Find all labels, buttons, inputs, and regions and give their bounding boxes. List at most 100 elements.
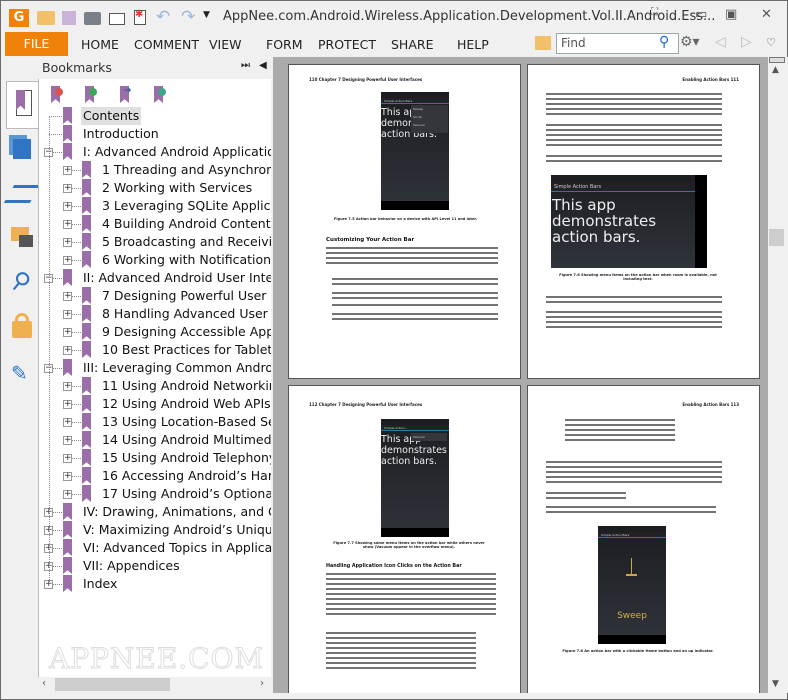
- expand-icon[interactable]: +: [63, 382, 72, 391]
- previous-icon[interactable]: ◁: [715, 34, 726, 50]
- save-icon[interactable]: [62, 11, 76, 25]
- nav-bar: [381, 528, 449, 537]
- pages-icon[interactable]: [13, 139, 31, 159]
- expand-icon[interactable]: +: [63, 400, 72, 409]
- bookmark-icon: [82, 485, 91, 502]
- bookmarks-tab[interactable]: [6, 81, 39, 129]
- scrollbar-thumb[interactable]: [55, 678, 170, 691]
- expand-icon[interactable]: +: [63, 238, 72, 247]
- print-icon[interactable]: [84, 12, 101, 25]
- expand-icon[interactable]: +: [63, 490, 72, 499]
- phone-text: This app demonstrates action bars.: [552, 196, 657, 246]
- maximize-button[interactable]: ▣: [725, 7, 737, 22]
- redo-icon[interactable]: ↷: [181, 7, 201, 27]
- section-heading: Handling Application Icon Clicks on the …: [326, 564, 462, 569]
- scroll-up-icon[interactable]: ▲: [772, 65, 779, 75]
- signature-icon[interactable]: ✎: [11, 361, 28, 385]
- bookmark-icon: [82, 251, 91, 268]
- next-icon[interactable]: ▷: [741, 34, 752, 50]
- email-icon[interactable]: [109, 13, 125, 25]
- tab-home[interactable]: HOME: [81, 32, 119, 56]
- bookmark-icon: [82, 323, 91, 340]
- bookmark-icon: [82, 413, 91, 430]
- scroll-right-icon[interactable]: ›: [260, 678, 264, 689]
- section-heading: Customizing Your Action Bar: [326, 237, 415, 243]
- body-text: [546, 92, 722, 117]
- arrow-right-icon: ➔: [124, 86, 132, 96]
- vertical-scrollbar[interactable]: ▲ ▼: [768, 57, 788, 693]
- expand-icon[interactable]: +: [63, 418, 72, 427]
- bookmark-label: 7 Designing Powerful User Interfaces: [102, 288, 271, 303]
- tab-help[interactable]: HELP: [457, 32, 489, 56]
- bookmark-icon: [82, 431, 91, 448]
- expand-icon[interactable]: +: [63, 328, 72, 337]
- tab-comment[interactable]: COMMENT: [134, 32, 199, 56]
- tab-share[interactable]: SHARE: [391, 32, 433, 56]
- bookmark-label: VII: Appendices: [83, 558, 180, 573]
- fullscreen-icon[interactable]: ⛶: [651, 7, 658, 18]
- expand-icon[interactable]: +: [63, 310, 72, 319]
- expand-icon[interactable]: +: [63, 202, 72, 211]
- folder-search-icon[interactable]: [535, 36, 551, 50]
- expand-icon[interactable]: +: [63, 184, 72, 193]
- close-button[interactable]: ✕: [761, 7, 772, 22]
- body-text: [546, 460, 722, 485]
- phone-title: Simple Action Bars: [551, 183, 707, 192]
- bookmark-label: II: Advanced Android User Interface Desi…: [83, 270, 271, 285]
- bookmark-label: V: Maximizing Android’s Unique Features: [83, 522, 271, 537]
- scrollbar-thumb[interactable]: [769, 229, 784, 246]
- ribbon-collapse-icon[interactable]: ♡: [766, 36, 776, 49]
- search-icon[interactable]: ⚲: [659, 34, 669, 50]
- tab-view[interactable]: VIEW: [209, 32, 242, 56]
- bookmark-icon: [63, 539, 72, 556]
- customize-dropdown-icon[interactable]: ▼: [203, 10, 223, 28]
- phone-text: Sweep: [617, 611, 647, 621]
- bookmark-icon: [82, 233, 91, 250]
- add-badge: [89, 88, 97, 96]
- bookmark-icon: [82, 395, 91, 412]
- file-tab[interactable]: FILE: [5, 32, 68, 56]
- expand-icon[interactable]: +: [63, 220, 72, 229]
- bookmark-label: 16 Accessing Android’s Hardware Sensors: [102, 468, 271, 483]
- code-text: [565, 418, 675, 443]
- open-folder-icon[interactable]: [37, 11, 55, 25]
- nav-bar: [598, 635, 666, 644]
- layers-icon[interactable]: [3, 185, 41, 203]
- expand-panel-icon[interactable]: ⏭: [241, 60, 250, 71]
- new-document-icon[interactable]: ✱: [134, 10, 146, 25]
- page-111: Enabling Action Bars 111 Simple Action B…: [527, 64, 760, 379]
- body-text: [326, 572, 496, 617]
- bookmark-icon: [82, 467, 91, 484]
- undo-icon[interactable]: ↶: [156, 7, 176, 27]
- scroll-down-icon[interactable]: ▼: [772, 679, 779, 689]
- expand-icon[interactable]: +: [63, 346, 72, 355]
- bookmark-label: 10 Best Practices for Tablet and TV Deve…: [102, 342, 271, 357]
- bullet-text: [332, 277, 498, 287]
- minimize-button[interactable]: ▭: [695, 7, 707, 22]
- overflow-menu: Vacuum: [411, 433, 447, 441]
- expand-icon[interactable]: +: [63, 292, 72, 301]
- expand-icon[interactable]: +: [63, 436, 72, 445]
- bookmark-label: Introduction: [83, 126, 159, 141]
- foxit-logo-icon[interactable]: G: [9, 9, 29, 27]
- phone-title: Simple Action Bars: [598, 532, 666, 538]
- expand-icon[interactable]: +: [63, 472, 72, 481]
- expand-icon[interactable]: +: [63, 256, 72, 265]
- phone-title: Simple Action Bars: [381, 98, 449, 104]
- bookmark-icon: [82, 287, 91, 304]
- collapse-panel-icon[interactable]: ◀: [259, 60, 267, 71]
- tab-form[interactable]: FORM: [266, 32, 303, 56]
- bookmark-label: 17 Using Android’s Optional Hardware API…: [102, 486, 271, 501]
- horizontal-scrollbar[interactable]: ‹ ›: [38, 677, 271, 692]
- scroll-left-icon[interactable]: ‹: [42, 678, 46, 689]
- bookmark-label: 5 Broadcasting and Receiving Intents: [102, 234, 271, 249]
- gear-icon[interactable]: ⚙▾: [680, 34, 700, 50]
- bookmark-icon: [82, 341, 91, 358]
- expand-icon[interactable]: +: [63, 166, 72, 175]
- attachment-icon[interactable]: ⚲: [5, 265, 36, 298]
- bookmark-label: 9 Designing Accessible Applications: [102, 324, 271, 339]
- split-handle[interactable]: [769, 57, 785, 63]
- body-text: [546, 123, 722, 148]
- expand-icon[interactable]: +: [63, 454, 72, 463]
- tab-protect[interactable]: PROTECT: [318, 32, 376, 56]
